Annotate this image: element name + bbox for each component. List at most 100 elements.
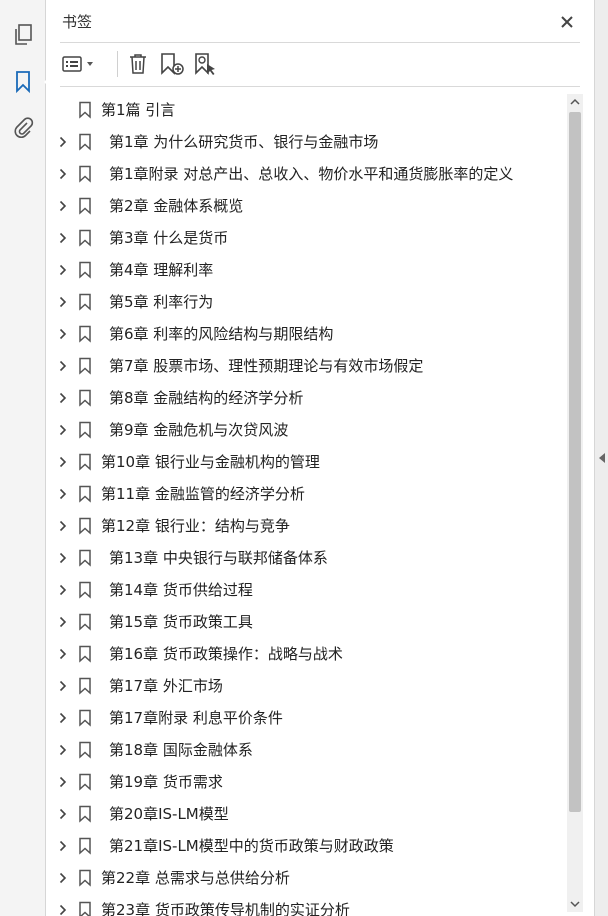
bookmark-row[interactable]: 第10章 银行业与金融机构的管理 <box>46 446 566 478</box>
vertical-scrollbar[interactable] <box>567 94 583 912</box>
bookmark-icon <box>78 869 94 887</box>
toolbar-separator <box>117 51 118 77</box>
delete-bookmark-button[interactable] <box>126 50 150 78</box>
chevron-right-icon[interactable] <box>56 294 70 310</box>
bookmark-icon <box>78 485 94 503</box>
bookmark-label: 第10章 银行业与金融机构的管理 <box>101 453 320 471</box>
chevron-right-icon[interactable] <box>56 902 70 916</box>
bookmark-row[interactable]: 第14章 货币供给过程 <box>46 574 566 606</box>
bookmark-row[interactable]: 第2章 金融体系概览 <box>46 190 566 222</box>
chevron-right-icon[interactable] <box>56 326 70 342</box>
chevron-right-icon[interactable] <box>56 646 70 662</box>
bookmark-row[interactable]: 第22章 总需求与总供给分析 <box>46 862 566 894</box>
bookmark-icon <box>78 613 94 631</box>
new-bookmark-button[interactable] <box>158 50 186 78</box>
bookmark-icon <box>78 741 94 759</box>
bookmarks-toolbar <box>60 44 580 87</box>
bookmark-row[interactable]: 第9章 金融危机与次贷风波 <box>46 414 566 446</box>
find-current-bookmark-button[interactable] <box>192 50 220 78</box>
bookmark-icon <box>78 261 94 279</box>
bookmark-row[interactable]: 第6章 利率的风险结构与期限结构 <box>46 318 566 350</box>
bookmark-label: 第23章 货币政策传导机制的实证分析 <box>101 901 350 916</box>
panel-header: 书签 <box>60 10 580 43</box>
bookmark-icon <box>78 229 94 247</box>
bookmark-row[interactable]: 第21章IS-LM模型中的货币政策与财政政策 <box>46 830 566 862</box>
bookmark-label: 第9章 金融危机与次贷风波 <box>109 421 289 439</box>
chevron-right-icon[interactable] <box>56 518 70 534</box>
bookmark-icon <box>78 517 94 535</box>
chevron-right-icon[interactable] <box>56 678 70 694</box>
bookmark-icon <box>78 453 94 471</box>
chevron-right-icon[interactable] <box>56 486 70 502</box>
delete-icon <box>130 54 146 74</box>
chevron-right-icon[interactable] <box>56 262 70 278</box>
bookmark-row[interactable]: 第20章IS-LM模型 <box>46 798 566 830</box>
chevron-right-icon[interactable] <box>56 742 70 758</box>
bookmark-row[interactable]: 第7章 股票市场、理性预期理论与有效市场假定 <box>46 350 566 382</box>
chevron-right-icon[interactable] <box>56 582 70 598</box>
attachment-icon[interactable] <box>9 113 37 141</box>
bookmark-icon <box>78 133 94 151</box>
close-panel-button[interactable] <box>556 11 578 33</box>
scroll-thumb[interactable] <box>569 112 581 812</box>
bookmark-row[interactable]: 第5章 利率行为 <box>46 286 566 318</box>
bookmark-row[interactable]: 第3章 什么是货币 <box>46 222 566 254</box>
chevron-right-icon[interactable] <box>56 358 70 374</box>
chevron-right-icon[interactable] <box>56 454 70 470</box>
bookmark-label: 第16章 货币政策操作：战略与战术 <box>109 645 343 663</box>
bookmark-icon <box>78 197 94 215</box>
bookmark-row[interactable]: 第16章 货币政策操作：战略与战术 <box>46 638 566 670</box>
scroll-down-button[interactable] <box>567 896 583 912</box>
chevron-right-icon[interactable] <box>56 230 70 246</box>
chevron-right-icon[interactable] <box>56 710 70 726</box>
left-navigation-rail <box>0 0 52 916</box>
chevron-right-icon[interactable] <box>56 550 70 566</box>
chevron-right-icon[interactable] <box>56 390 70 406</box>
close-icon <box>561 16 573 28</box>
bookmark-row[interactable]: 第23章 货币政策传导机制的实证分析 <box>46 894 566 916</box>
bookmark-row[interactable]: 第18章 国际金融体系 <box>46 734 566 766</box>
bookmark-row[interactable]: 第1章附录 对总产出、总收入、物价水平和通货膨胀率的定义 <box>46 158 566 190</box>
bookmark-icon <box>78 389 94 407</box>
bookmark-row[interactable]: 第4章 理解利率 <box>46 254 566 286</box>
chevron-right-icon[interactable] <box>56 774 70 790</box>
bookmark-icon <box>78 773 94 791</box>
bookmark-label: 第13章 中央银行与联邦储备体系 <box>109 549 328 567</box>
collapse-panel-button[interactable] <box>597 450 607 466</box>
bookmark-row[interactable]: 第13章 中央银行与联邦储备体系 <box>46 542 566 574</box>
bookmark-row[interactable]: 第17章 外汇市场 <box>46 670 566 702</box>
bookmark-label: 第12章 银行业：结构与竞争 <box>101 517 290 535</box>
bookmark-label: 第11章 金融监管的经济学分析 <box>101 485 305 503</box>
scroll-up-button[interactable] <box>567 94 583 110</box>
bookmark-row[interactable]: 第8章 金融结构的经济学分析 <box>46 382 566 414</box>
bookmark-icon <box>78 165 94 183</box>
bookmark-icon <box>78 325 94 343</box>
pages-icon[interactable] <box>9 21 37 49</box>
bookmark-row[interactable]: 第15章 货币政策工具 <box>46 606 566 638</box>
bookmark-icon <box>78 837 94 855</box>
bookmark-row[interactable]: 第12章 银行业：结构与竞争 <box>46 510 566 542</box>
bookmark-row[interactable]: 第1章 为什么研究货币、银行与金融市场 <box>46 126 566 158</box>
chevron-right-icon[interactable] <box>56 166 70 182</box>
bookmark-icon <box>78 709 94 727</box>
bookmark-row[interactable]: 第17章附录 利息平价条件 <box>46 702 566 734</box>
bookmark-row[interactable]: 第11章 金融监管的经济学分析 <box>46 478 566 510</box>
bookmark-list: 第1篇 引言 第1章 为什么研究货币、银行与金融市场 第1章附录 对总产出、总收入、… <box>46 94 566 916</box>
bookmark-row[interactable]: 第1篇 引言 <box>46 94 566 126</box>
bookmark-row[interactable]: 第19章 货币需求 <box>46 766 566 798</box>
chevron-right-icon[interactable] <box>56 838 70 854</box>
chevron-right-icon[interactable] <box>56 422 70 438</box>
bookmarks-panel: 书签 第1篇 引言 第1章 为什么研究货币、银行与金融市场 第1章附录 对总产出… <box>46 0 594 916</box>
bookmark-icon[interactable] <box>9 68 52 96</box>
triangle-left-icon <box>599 453 605 463</box>
chevron-right-icon[interactable] <box>56 870 70 886</box>
bookmark-label: 第20章IS-LM模型 <box>109 805 229 823</box>
chevron-right-icon[interactable] <box>56 806 70 822</box>
chevron-right-icon[interactable] <box>56 198 70 214</box>
options-menu-button[interactable] <box>60 50 98 78</box>
bookmark-label: 第15章 货币政策工具 <box>109 613 253 631</box>
chevron-right-icon[interactable] <box>56 134 70 150</box>
bookmark-label: 第8章 金融结构的经济学分析 <box>109 389 304 407</box>
chevron-right-icon[interactable] <box>56 614 70 630</box>
bookmark-icon <box>78 549 94 567</box>
